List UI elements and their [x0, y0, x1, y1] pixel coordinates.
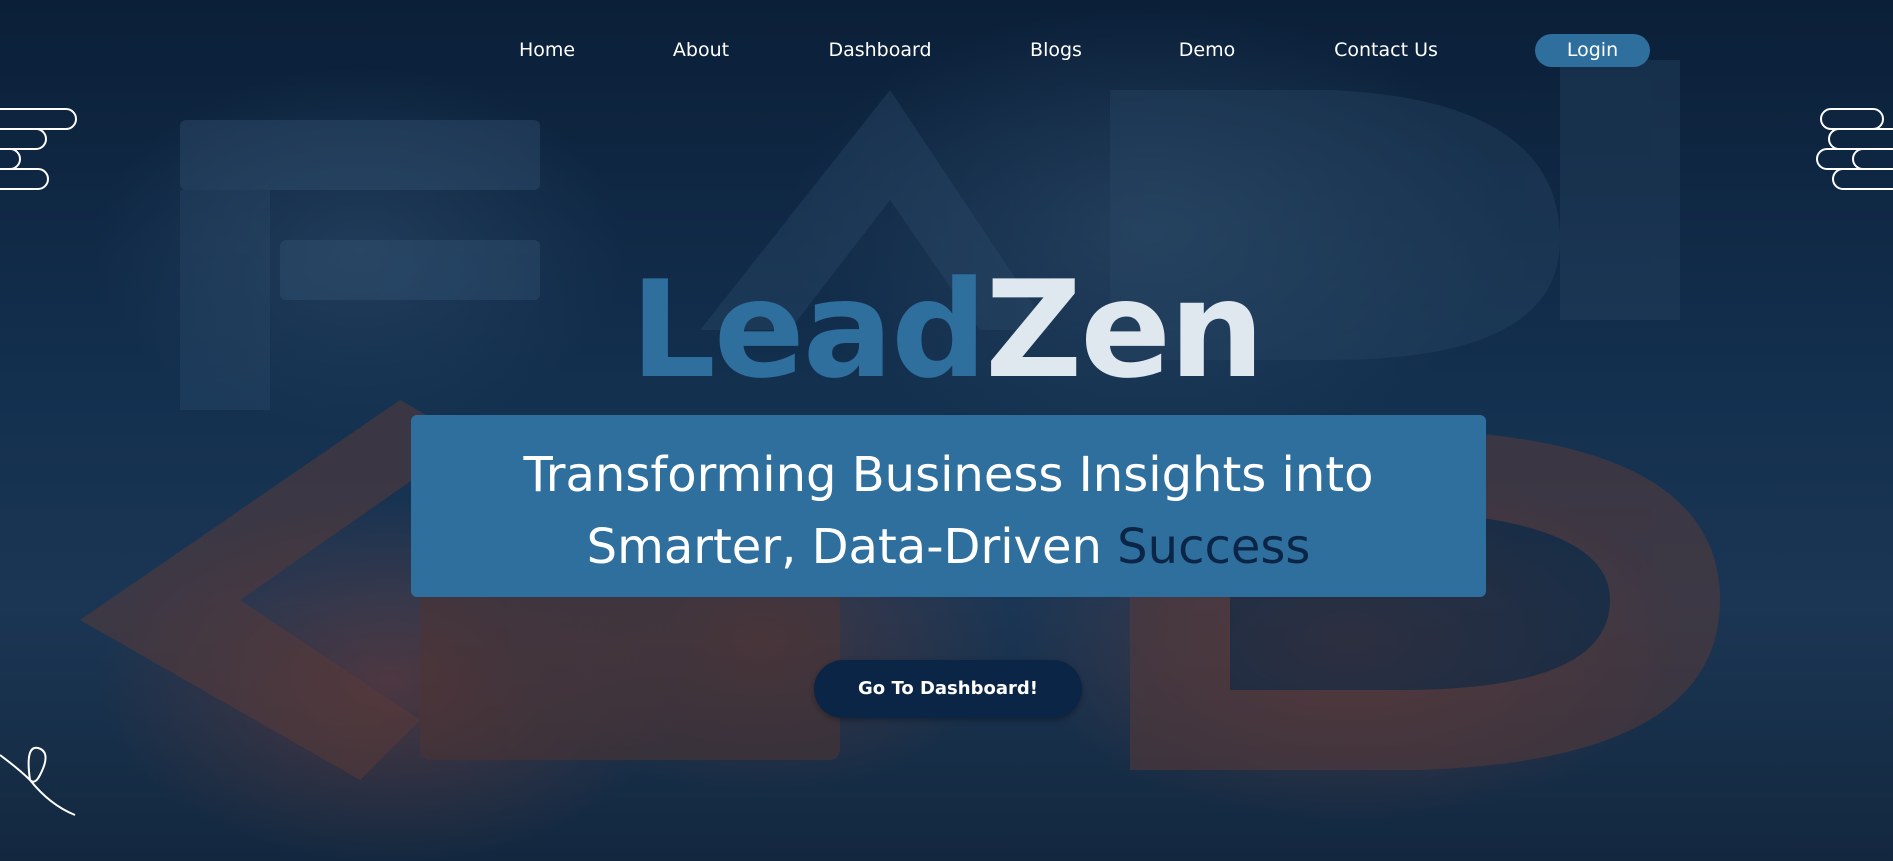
- brand-title: LeadZen: [0, 250, 1893, 410]
- nav-link-home[interactable]: Home: [519, 36, 575, 64]
- tagline-line-2: Smarter, Data-Driven Success: [411, 511, 1486, 583]
- brand-title-zen: Zen: [985, 252, 1264, 408]
- squiggle-loop-icon: [0, 746, 76, 816]
- go-to-dashboard-button[interactable]: Go To Dashboard!: [814, 660, 1082, 718]
- login-button[interactable]: Login: [1535, 34, 1650, 67]
- hero-section: Home About Dashboard Blogs Demo Contact …: [0, 0, 1893, 861]
- tagline-banner: Transforming Business Insights into Smar…: [411, 415, 1486, 597]
- tagline-accent-word: Success: [1117, 519, 1311, 575]
- nav-link-about[interactable]: About: [673, 36, 729, 64]
- stacked-rounded-lines-icon: [0, 108, 77, 190]
- brand-title-lead: Lead: [630, 252, 987, 408]
- tagline-line-1: Transforming Business Insights into: [523, 447, 1374, 503]
- top-navigation: Home About Dashboard Blogs Demo Contact …: [0, 0, 1893, 100]
- nav-link-demo[interactable]: Demo: [1179, 36, 1235, 64]
- stacked-rounded-lines-icon: [1816, 108, 1893, 190]
- tagline-line-2-text: Smarter, Data-Driven: [586, 519, 1118, 575]
- nav-link-blogs[interactable]: Blogs: [1030, 36, 1082, 64]
- nav-link-dashboard[interactable]: Dashboard: [828, 36, 931, 64]
- nav-link-contact-us[interactable]: Contact Us: [1334, 36, 1438, 64]
